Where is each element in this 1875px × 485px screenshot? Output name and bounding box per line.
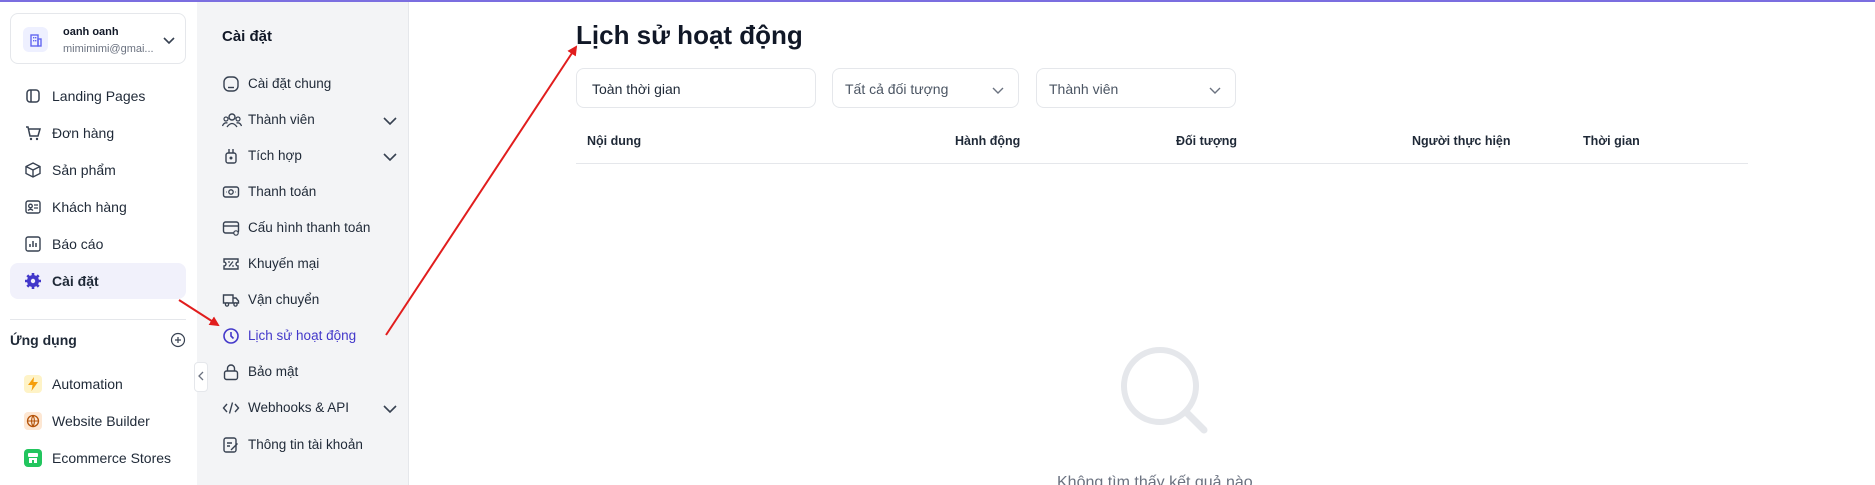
- nav-item-orders[interactable]: Đơn hàng: [10, 115, 186, 151]
- lock-icon: [222, 363, 240, 381]
- settings-item-label: Lịch sử hoạt động: [248, 328, 357, 343]
- collapse-sidebar-button[interactable]: [194, 362, 208, 392]
- settings-item-shipping[interactable]: Vận chuyển: [222, 286, 397, 314]
- chevron-down-icon: [992, 82, 1004, 100]
- search-icon: [1120, 346, 1210, 439]
- settings-item-promotion[interactable]: Khuyến mại: [222, 250, 397, 278]
- settings-item-general[interactable]: Cài đặt chung: [222, 70, 397, 98]
- chevron-down-icon: [163, 32, 175, 50]
- empty-state-text: Không tìm thấy kết quả nào: [1057, 474, 1253, 485]
- apps-section-title: Ứng dụng: [10, 332, 77, 348]
- time-range-value: Toàn thời gian: [592, 81, 681, 97]
- nav-item-label: Báo cáo: [52, 236, 104, 252]
- object-filter-value: Tất cả đối tượng: [845, 81, 949, 97]
- settings-item-members[interactable]: Thành viên: [221, 106, 397, 134]
- store-icon: [24, 449, 42, 467]
- account-email: mimimimi@gmai...: [63, 43, 154, 55]
- settings-item-integration[interactable]: Tích hợp: [222, 142, 397, 170]
- primary-sidebar: oanh oanh mimimimi@gmai... Landing Pages…: [0, 2, 197, 485]
- settings-item-webhooks-api[interactable]: Webhooks & API: [222, 394, 397, 422]
- chevron-down-icon: [383, 149, 397, 167]
- account-name: oanh oanh: [63, 26, 119, 38]
- settings-item-label: Webhooks & API: [248, 400, 350, 415]
- object-filter-select[interactable]: Tất cả đối tượng: [832, 68, 1019, 108]
- chevron-down-icon: [1209, 82, 1221, 100]
- products-icon: [24, 161, 42, 179]
- nav-item-customers[interactable]: Khách hàng: [10, 189, 186, 225]
- app-item-website-builder[interactable]: Website Builder: [10, 403, 186, 439]
- shipping-icon: [222, 291, 240, 309]
- member-filter-value: Thành viên: [1049, 81, 1119, 97]
- orders-icon: [24, 124, 42, 142]
- column-header-time: Thời gian: [1583, 134, 1640, 148]
- time-range-filter[interactable]: Toàn thời gian: [576, 68, 816, 108]
- account-info-icon: [222, 436, 240, 454]
- general-settings-icon: [222, 75, 240, 93]
- settings-item-label: Tích hợp: [248, 148, 302, 163]
- nav-item-label: Sản phẩm: [52, 162, 116, 178]
- app-item-label: Ecommerce Stores: [52, 450, 172, 466]
- customers-icon: [24, 198, 42, 216]
- settings-item-label: Cấu hình thanh toán: [248, 220, 371, 235]
- member-filter-select[interactable]: Thành viên: [1036, 68, 1236, 108]
- settings-item-label: Thanh toán: [248, 184, 317, 199]
- globe-icon: [24, 412, 42, 430]
- nav-item-settings[interactable]: Cài đặt: [10, 263, 186, 299]
- gear-icon: [24, 272, 42, 290]
- nav-item-reports[interactable]: Báo cáo: [10, 226, 186, 262]
- payment-config-icon: [222, 219, 240, 237]
- main-content: Lịch sử hoạt động Toàn thời gian Tất cả …: [409, 2, 1875, 485]
- lightning-icon: [24, 375, 42, 393]
- column-header-performer: Người thực hiện: [1412, 134, 1511, 148]
- app-item-ecommerce-stores[interactable]: Ecommerce Stores: [10, 440, 186, 476]
- add-app-button[interactable]: [170, 332, 186, 353]
- nav-item-landing-pages[interactable]: Landing Pages: [10, 78, 186, 114]
- column-header-object: Đối tượng: [1176, 134, 1237, 148]
- chevron-left-icon: [198, 368, 204, 386]
- app-item-label: Automation: [52, 376, 123, 392]
- app-item-automation[interactable]: Automation: [10, 366, 186, 402]
- chevron-down-icon: [383, 401, 397, 419]
- code-icon: [222, 399, 240, 417]
- settings-item-label: Bảo mật: [248, 364, 299, 379]
- integration-icon: [222, 147, 240, 165]
- reports-icon: [24, 235, 42, 253]
- table-header: Nội dung Hành động Đối tượng Người thực …: [576, 132, 1748, 164]
- settings-item-label: Khuyến mại: [248, 256, 320, 271]
- settings-panel: Cài đặt Cài đặt chung Thành viên Tích hợ…: [197, 2, 409, 485]
- chevron-down-icon: [383, 113, 397, 131]
- nav-item-label: Cài đặt: [52, 273, 99, 289]
- settings-item-label: Vận chuyển: [248, 292, 320, 307]
- column-header-content: Nội dung: [587, 134, 642, 148]
- promotion-icon: [222, 255, 240, 273]
- nav-item-label: Landing Pages: [52, 88, 146, 104]
- account-switcher[interactable]: oanh oanh mimimimi@gmai...: [10, 13, 186, 64]
- settings-item-label: Thông tin tài khoản: [248, 437, 363, 452]
- nav-item-products[interactable]: Sản phẩm: [10, 152, 186, 188]
- payment-icon: [222, 183, 240, 201]
- page-title: Lịch sử hoạt động: [576, 20, 803, 50]
- history-icon: [222, 327, 240, 345]
- members-icon: [221, 111, 243, 129]
- nav-item-label: Đơn hàng: [52, 125, 115, 141]
- landing-pages-icon: [24, 87, 42, 105]
- settings-item-security[interactable]: Bảo mật: [222, 358, 397, 386]
- settings-item-payment-config[interactable]: Cấu hình thanh toán: [222, 214, 397, 242]
- settings-item-account-info[interactable]: Thông tin tài khoản: [222, 431, 397, 459]
- settings-item-label: Cài đặt chung: [248, 76, 332, 91]
- settings-title: Cài đặt: [222, 28, 273, 45]
- column-header-action: Hành động: [955, 134, 1021, 148]
- nav-item-label: Khách hàng: [52, 199, 127, 215]
- settings-item-label: Thành viên: [248, 112, 315, 127]
- app-item-label: Website Builder: [52, 413, 150, 429]
- settings-item-activity-history[interactable]: Lịch sử hoạt động: [222, 322, 397, 350]
- sidebar-divider: [10, 319, 186, 320]
- building-icon: [23, 27, 48, 52]
- settings-item-payment[interactable]: Thanh toán: [222, 178, 397, 206]
